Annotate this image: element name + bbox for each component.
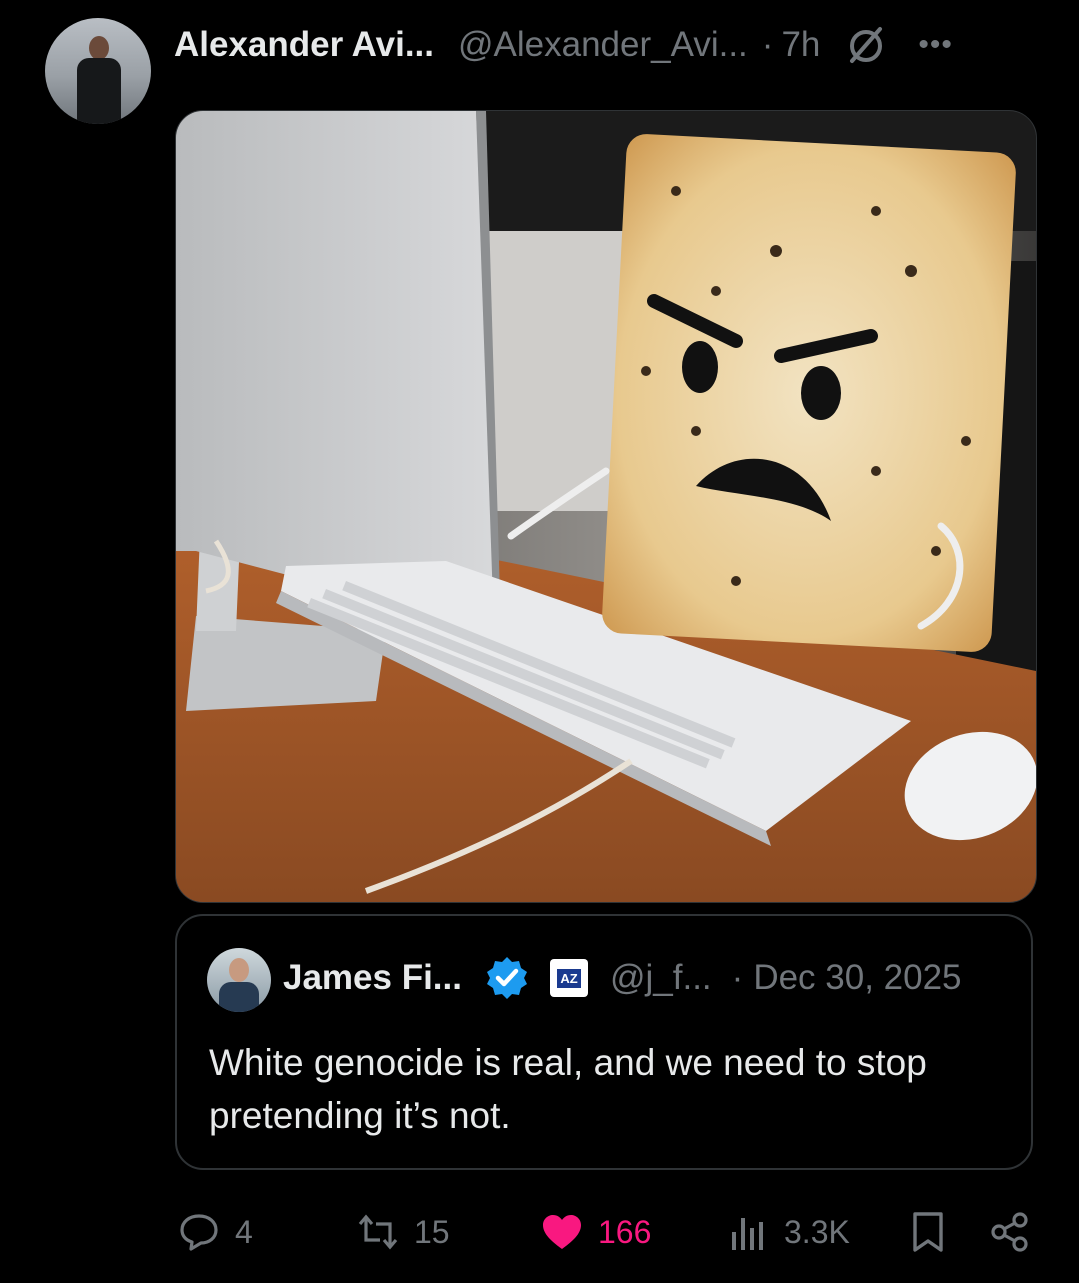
quoted-post-header: James Fi... AZ @j_f... · Dec 30, 2025	[283, 954, 962, 1002]
quoted-post-date[interactable]: Dec 30, 2025	[753, 958, 961, 998]
post-image[interactable]	[175, 110, 1037, 903]
share-icon	[991, 1212, 1028, 1252]
like-icon	[543, 1215, 581, 1249]
org-badge-label: AZ	[557, 968, 581, 988]
action-bar: 4 15 166 3.3K	[0, 1200, 1079, 1264]
repost-icon	[358, 1214, 398, 1250]
author-handle[interactable]: @Alexander_Avi...	[458, 25, 748, 65]
reply-count: 4	[235, 1213, 253, 1250]
separator: ·	[761, 25, 774, 64]
repost-count: 15	[414, 1213, 450, 1250]
grok-icon[interactable]	[846, 25, 886, 65]
repost-button[interactable]: 15	[356, 1200, 450, 1264]
org-badge-icon[interactable]: AZ	[549, 959, 588, 997]
quoted-author-avatar[interactable]	[207, 948, 271, 1012]
bookmark-button[interactable]	[906, 1200, 950, 1264]
quoted-author-name[interactable]: James Fi...	[283, 958, 462, 998]
quoted-post-text: White genocide is real, and we need to s…	[209, 1042, 927, 1136]
views-icon	[732, 1218, 763, 1250]
verified-icon	[486, 957, 527, 999]
post-header: Alexander Avi... @Alexander_Avi... · 7h …	[174, 22, 953, 68]
views-count: 3.3K	[784, 1213, 850, 1250]
like-count: 166	[598, 1213, 652, 1250]
views-button[interactable]: 3.3K	[726, 1200, 850, 1264]
reply-icon	[180, 1214, 218, 1251]
quoted-author-handle[interactable]: @j_f...	[610, 958, 712, 998]
more-icon[interactable]: •••	[918, 28, 953, 62]
share-button[interactable]	[988, 1200, 1032, 1264]
like-button[interactable]: 166	[540, 1200, 651, 1264]
bookmark-icon	[913, 1212, 943, 1252]
quoted-post[interactable]: James Fi... AZ @j_f... · Dec 30, 2025 Wh…	[175, 914, 1033, 1170]
reply-button[interactable]: 4	[177, 1200, 253, 1264]
post-time[interactable]: 7h	[781, 25, 820, 65]
author-avatar[interactable]	[45, 18, 151, 124]
author-name[interactable]: Alexander Avi...	[174, 25, 434, 65]
separator: ·	[731, 958, 744, 997]
